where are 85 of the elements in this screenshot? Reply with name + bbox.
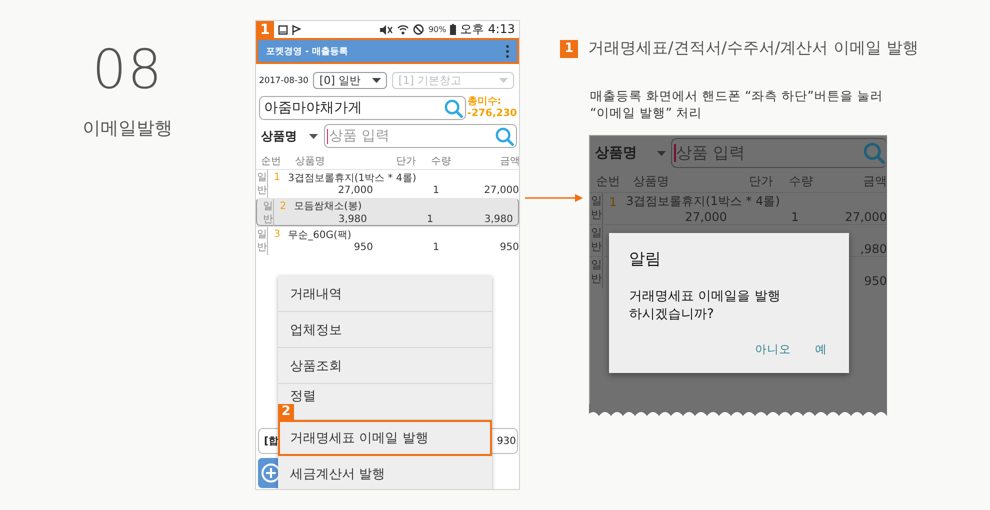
step-badge: 2 <box>278 404 294 420</box>
pointer-arrow <box>525 194 583 202</box>
amount: 950 <box>864 274 887 288</box>
row-number: 2 <box>278 200 288 212</box>
customer-field[interactable]: 아줌마야채가게 <box>259 96 466 120</box>
type-label: 일반 <box>262 198 274 226</box>
quantity: 1 <box>791 210 799 224</box>
caret-icon <box>499 78 508 83</box>
description-text: 매출등록 화면에서 핸드폰 “좌측 하단”버튼을 눌러 <box>590 87 884 104</box>
battery-percent: 90% <box>428 25 446 34</box>
caret-icon <box>657 150 666 156</box>
unit-price: 3,980 <box>338 214 367 224</box>
description-text: “이메일 발행” 처리 <box>590 104 703 121</box>
dialog-button[interactable]: 예 <box>811 340 831 359</box>
type-label: 일반 <box>590 257 603 288</box>
row-number: 1 <box>272 172 282 183</box>
row-number: 1 <box>608 194 618 208</box>
column-header: 금액 <box>862 172 887 190</box>
total-label: [합 <box>264 435 279 448</box>
quantity: 1 <box>432 185 440 196</box>
table-row[interactable]: 일반 3 무순_60G(팩) 950 1 950 <box>256 226 519 255</box>
row-number: 3 <box>272 229 282 240</box>
unit-price: 950 <box>354 242 373 253</box>
date-text[interactable]: 2017-08-30 <box>259 76 308 86</box>
step-badge: 1 <box>560 40 578 58</box>
app-title: 포켓경영 - 매출등록 <box>266 46 348 58</box>
search-mode-label[interactable]: 상품명 <box>259 128 309 144</box>
quantity: 1 <box>432 242 440 253</box>
dialog-button[interactable]: 아니오 <box>751 340 795 359</box>
menu-item[interactable]: 세금계산서 발행 <box>278 456 492 489</box>
column-header: 단가 <box>395 155 416 168</box>
caret-icon <box>372 78 382 83</box>
menu-item[interactable]: 업체정보 <box>278 312 492 348</box>
amount: ,980 <box>860 242 887 256</box>
caret-icon <box>309 134 318 138</box>
search-icon[interactable] <box>444 98 464 118</box>
column-header: 순번 <box>260 155 282 168</box>
step-badge: 1 <box>256 21 274 39</box>
menu-item[interactable]: 거래명세표 이메일 발행 <box>278 420 492 456</box>
plus-icon <box>261 463 281 483</box>
product-field: 상품 입력 <box>671 138 887 168</box>
unit-price: 27,000 <box>685 210 727 224</box>
column-header: 수량 <box>788 172 814 190</box>
image-icon <box>278 24 288 34</box>
column-header: 수량 <box>430 155 452 168</box>
balance-label: 총미수: <box>467 96 502 108</box>
section-title: 이메일발행 <box>82 117 172 140</box>
search-icon[interactable] <box>495 126 514 146</box>
menu-item[interactable]: 거래내역 <box>278 276 492 312</box>
clock-time: 오후 4:13 <box>460 21 515 38</box>
column-header: 상품명 <box>295 155 326 168</box>
product-name: 3겹점보롤휴지(1박스 * 4롤) <box>288 172 416 184</box>
dialog-message: 거래명세표 이메일을 발행 하시겠습니까? <box>629 288 782 324</box>
dialog-title: 알림 <box>629 249 662 270</box>
flag-icon <box>292 24 301 34</box>
column-header: 상품명 <box>633 172 670 190</box>
search-mode-label: 상품명 <box>594 144 638 162</box>
type-label: 일반 <box>256 227 268 255</box>
balance-value: -276,230 <box>467 108 517 120</box>
wifi-icon <box>397 24 410 35</box>
search-icon[interactable] <box>863 142 885 164</box>
product-name: 무순_60G(팩) <box>288 228 352 242</box>
unit-price: 27,000 <box>338 185 373 196</box>
section-number: 08 <box>92 42 163 98</box>
battery-icon <box>450 24 456 35</box>
column-header: 단가 <box>748 172 773 190</box>
amount: 27,000 <box>484 185 519 196</box>
quantity: 1 <box>426 214 434 224</box>
product-name: 3겹점보롤휴지(1박스 * 4롤) <box>626 193 780 210</box>
column-header: 금액 <box>499 155 519 168</box>
table-row[interactable]: 일반 2 모듬쌈채소(봉) 3,980 1 3,980 <box>256 198 519 226</box>
amount: 27,000 <box>845 210 887 224</box>
column-header: 순번 <box>595 172 621 190</box>
total-value: 930 <box>496 436 516 446</box>
callout-title: 거래명세표/견적서/수주서/계산서 이메일 발행 <box>588 38 918 59</box>
mute-icon <box>379 24 394 34</box>
amount: 3,980 <box>484 214 513 224</box>
type-select[interactable]: [0] 일반 <box>313 72 388 89</box>
more-icon[interactable] <box>506 44 509 58</box>
amount: 950 <box>500 242 519 253</box>
product-name: 모듬쌈채소(봉) <box>294 200 362 213</box>
menu-item[interactable]: 상품조회 <box>278 348 492 384</box>
blocked-icon <box>413 24 424 35</box>
type-label: 일반 <box>590 193 603 224</box>
type-label: 일반 <box>590 225 603 256</box>
